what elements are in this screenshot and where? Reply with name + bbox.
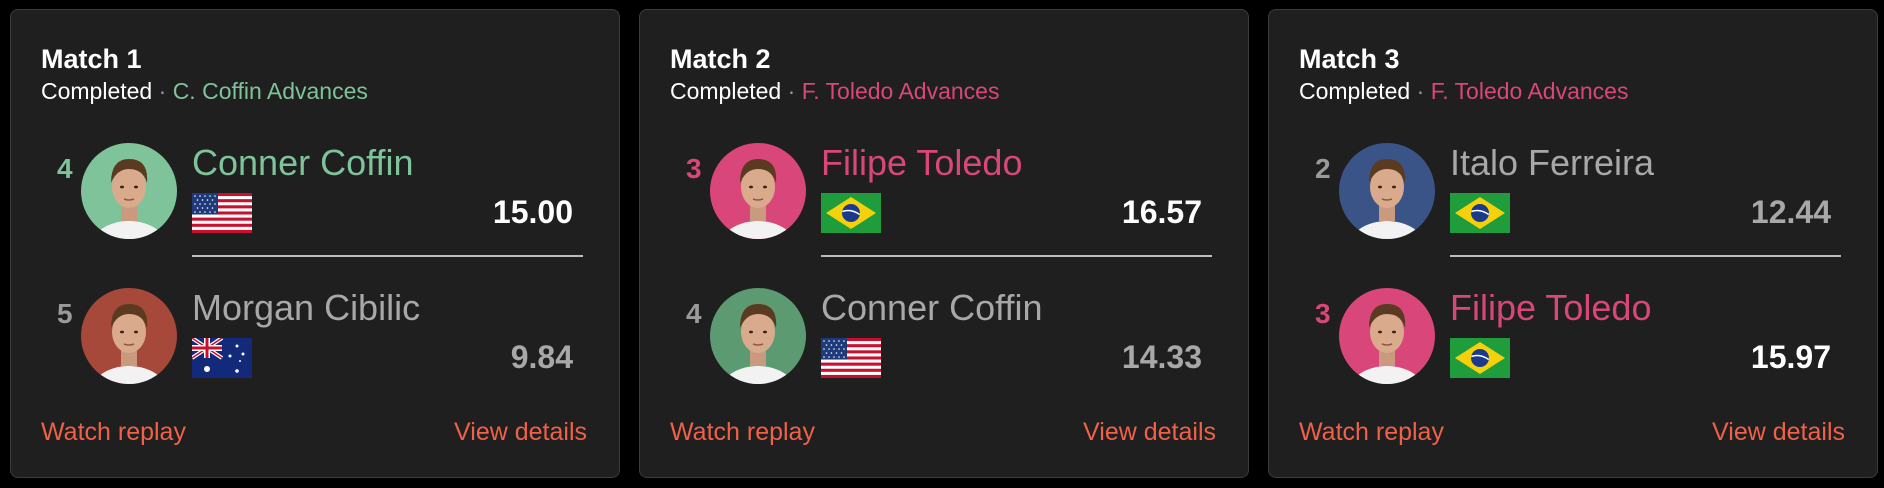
player-divider (1450, 255, 1841, 257)
player-seed: 3 (1315, 298, 1331, 329)
player-row: 3 Filipe Toledo 16.57 (640, 131, 1250, 243)
australia-flag-icon (192, 338, 252, 378)
watch-replay-link[interactable]: Watch replay (1299, 418, 1444, 447)
match-status-line: Completed · F. Toledo Advances (670, 78, 999, 105)
watch-replay-link[interactable]: Watch replay (670, 418, 815, 447)
match-card: Match 1 Completed · C. Coffin Advances 4… (10, 9, 620, 478)
player-name: Conner Coffin (821, 287, 1043, 328)
match-status-line: Completed · C. Coffin Advances (41, 78, 368, 105)
brazil-flag-icon (1450, 193, 1510, 233)
player-name: Filipe Toledo (821, 142, 1023, 183)
player-name: Conner Coffin (192, 142, 414, 183)
advance-text: C. Coffin Advances (172, 78, 368, 104)
view-details-link[interactable]: View details (1712, 418, 1845, 447)
match-card: Match 2 Completed · F. Toledo Advances 3… (639, 9, 1249, 478)
player-score: 15.00 (492, 194, 573, 230)
brazil-flag-icon (1450, 338, 1510, 378)
match-status: Completed (1299, 78, 1411, 104)
player-score: 9.84 (510, 339, 573, 375)
player-seed: 3 (686, 153, 702, 184)
player-avatar (1339, 288, 1435, 384)
view-details-link[interactable]: View details (1083, 418, 1216, 447)
watch-replay-link[interactable]: Watch replay (41, 418, 186, 447)
status-separator: · (158, 78, 167, 104)
player-score: 16.57 (1121, 194, 1202, 230)
match-status-line: Completed · F. Toledo Advances (1299, 78, 1628, 105)
brazil-flag-icon (821, 193, 881, 233)
player-avatar (710, 143, 806, 239)
player-row: 2 Italo Ferreira 12.44 (1269, 131, 1879, 243)
player-avatar (81, 143, 177, 239)
player-seed: 5 (57, 298, 73, 329)
match-status: Completed (41, 78, 153, 104)
player-seed: 2 (1315, 153, 1331, 184)
match-title: Match 1 (41, 44, 142, 74)
player-score: 14.33 (1121, 339, 1202, 375)
advance-text: F. Toledo Advances (1430, 78, 1629, 104)
match-card: Match 3 Completed · F. Toledo Advances 2… (1268, 9, 1878, 478)
player-row: 5 Morgan Cibilic 9.84 (11, 276, 621, 388)
advance-text: F. Toledo Advances (801, 78, 1000, 104)
player-seed: 4 (57, 153, 73, 184)
player-name: Morgan Cibilic (192, 287, 421, 328)
player-row: 4 Conner Coffin 15.00 (11, 131, 621, 243)
player-seed: 4 (686, 298, 702, 329)
match-title: Match 3 (1299, 44, 1400, 74)
player-avatar (710, 288, 806, 384)
usa-flag-icon (821, 338, 881, 378)
player-divider (192, 255, 583, 257)
player-score: 12.44 (1750, 194, 1831, 230)
status-separator: · (1416, 78, 1425, 104)
player-avatar (1339, 143, 1435, 239)
status-separator: · (787, 78, 796, 104)
view-details-link[interactable]: View details (454, 418, 587, 447)
usa-flag-icon (192, 193, 252, 233)
player-score: 15.97 (1750, 339, 1831, 375)
player-avatar (81, 288, 177, 384)
match-status: Completed (670, 78, 782, 104)
match-title: Match 2 (670, 44, 771, 74)
player-name: Italo Ferreira (1450, 142, 1655, 183)
player-name: Filipe Toledo (1450, 287, 1652, 328)
player-divider (821, 255, 1212, 257)
player-row: 4 Conner Coffin 14.33 (640, 276, 1250, 388)
player-row: 3 Filipe Toledo 15.97 (1269, 276, 1879, 388)
